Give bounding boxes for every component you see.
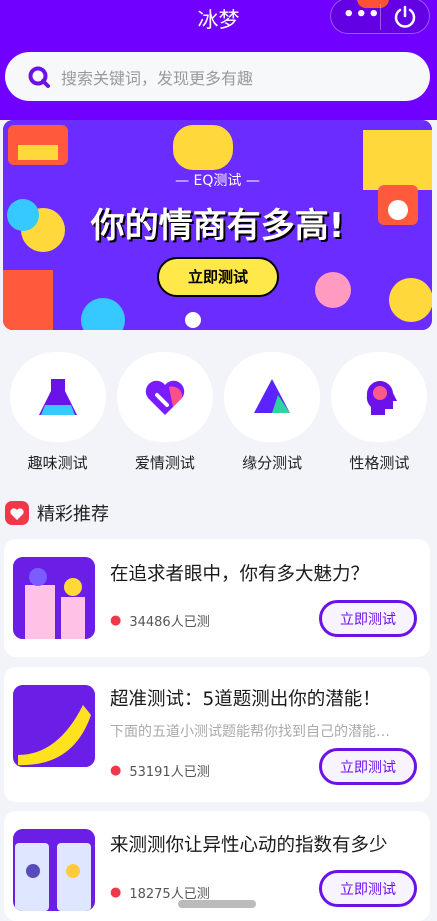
search-input[interactable]: 搜索关键词，发现更多有趣 <box>5 52 430 101</box>
card-description: 下面的五道小测试题能帮你找到自己的潜能… <box>110 724 390 740</box>
category-personality[interactable]: 性格测试 <box>329 352 429 473</box>
start-test-button[interactable]: 立即测试 <box>319 748 417 785</box>
search-icon <box>28 66 50 88</box>
category-fate[interactable]: 缘分测试 <box>222 352 322 473</box>
card-title: 在追求者眼中，你有多大魅力？ <box>110 564 370 585</box>
category-label: 爱情测试 <box>134 454 195 472</box>
heart-badge-icon <box>5 501 29 525</box>
fire-icon: ● <box>110 885 122 900</box>
card-title: 来测测你让异性心动的指数有多少 <box>110 835 388 856</box>
category-label: 趣味测试 <box>27 454 88 472</box>
capsule-divider <box>380 4 381 30</box>
category-fun[interactable]: 趣味测试 <box>8 352 108 473</box>
test-card[interactable]: 在追求者眼中，你有多大魅力？ ● 34486人已测 立即测试 <box>4 539 430 657</box>
card-thumbnail <box>13 685 95 767</box>
start-test-button[interactable]: 立即测试 <box>319 870 417 907</box>
power-icon[interactable] <box>392 4 418 30</box>
category-nav: 趣味测试 爱情测试 缘分测试 性格测试 <box>0 352 437 473</box>
home-indicator <box>178 900 256 908</box>
start-test-button[interactable]: 立即测试 <box>319 600 417 637</box>
banner-tag: — EQ测试 — <box>175 173 260 189</box>
more-dots-icon[interactable]: ••• <box>343 4 381 25</box>
card-thumbnail <box>13 829 95 911</box>
card-title: 超准测试：5道题测出你的潜能！ <box>110 689 381 710</box>
category-label: 缘分测试 <box>242 454 303 472</box>
fire-icon: ● <box>110 613 122 628</box>
heart-icon <box>145 380 185 415</box>
card-count: ● 34486人已测 <box>110 613 210 630</box>
eq-test-banner[interactable]: — EQ测试 — 你的情商有多高! 立即测试 <box>3 120 432 330</box>
search-placeholder: 搜索关键词，发现更多有趣 <box>61 68 254 88</box>
flask-icon <box>38 379 77 415</box>
test-card[interactable]: 超准测试：5道题测出你的潜能！ 下面的五道小测试题能帮你找到自己的潜能… ● 53… <box>4 667 430 802</box>
card-thumbnail <box>13 557 95 639</box>
category-label: 性格测试 <box>349 454 410 472</box>
section-header: 精彩推荐 <box>5 500 109 526</box>
category-love[interactable]: 爱情测试 <box>115 352 215 473</box>
card-count: ● 53191人已测 <box>110 763 210 780</box>
triangle-icon <box>254 379 291 413</box>
section-title: 精彩推荐 <box>37 504 109 525</box>
fire-icon: ● <box>110 763 122 778</box>
banner-button[interactable]: 立即测试 <box>158 266 278 287</box>
banner-headline: 你的情商有多高! <box>90 206 345 246</box>
head-icon <box>367 380 398 415</box>
